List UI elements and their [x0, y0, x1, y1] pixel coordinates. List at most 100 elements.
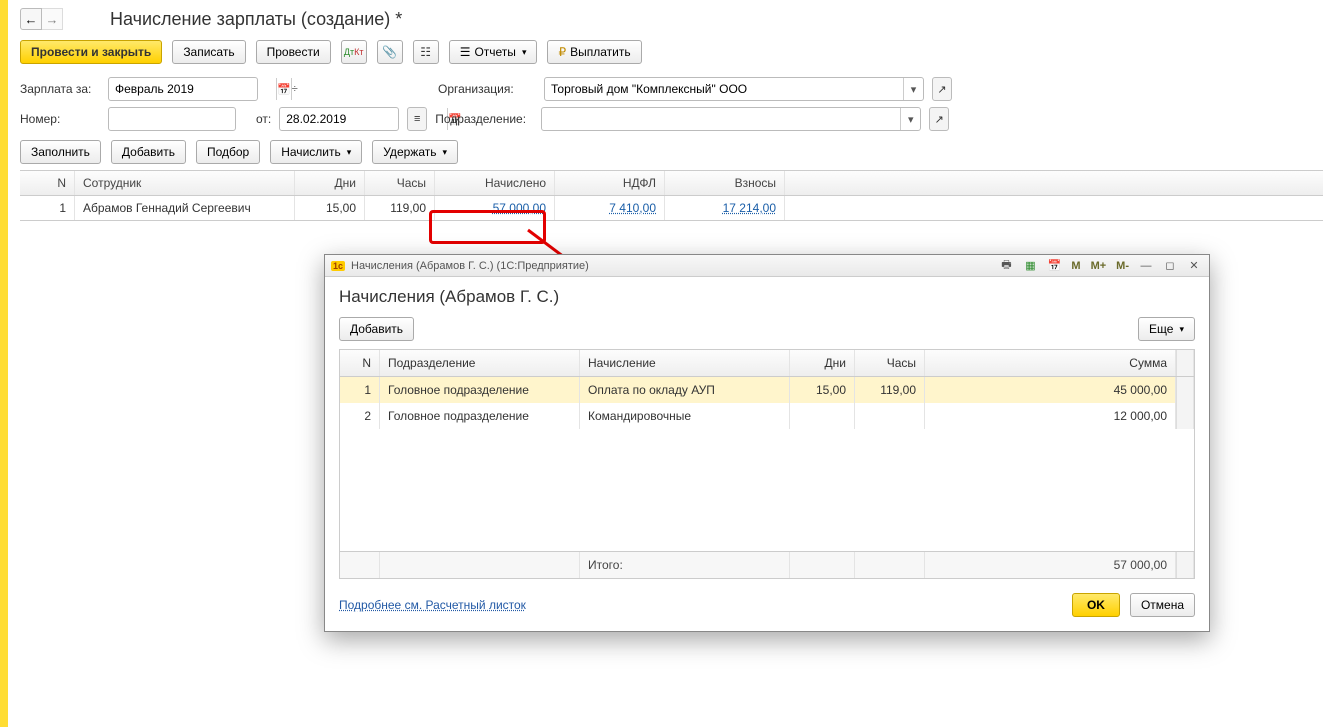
number-label: Номер:	[20, 112, 100, 126]
scrollbar[interactable]	[1176, 403, 1194, 429]
ruble-icon: ₽	[558, 45, 566, 59]
fill-button[interactable]: Заполнить	[20, 140, 101, 164]
memory-m-button[interactable]: M	[1069, 260, 1082, 272]
table-row[interactable]: 2 Головное подразделение Командировочные…	[340, 403, 1194, 429]
print-icon[interactable]: 🖶	[997, 258, 1015, 274]
calendar2-icon[interactable]: 📅	[1045, 258, 1063, 274]
organization-input[interactable]	[545, 78, 903, 100]
accrue-button[interactable]: Начислить ▾	[270, 140, 362, 164]
total-label: Итого:	[580, 552, 790, 578]
scrollbar[interactable]	[1176, 377, 1194, 403]
dialog-more-label: Еще	[1149, 322, 1173, 336]
cell-n: 2	[340, 403, 380, 429]
col-employee: Сотрудник	[75, 171, 295, 195]
accrue-label: Начислить	[281, 145, 340, 159]
more-info-link[interactable]: Подробнее см. Расчетный листок	[339, 598, 526, 612]
salary-for-label: Зарплата за:	[20, 82, 100, 96]
dtkt-icon[interactable]: ДтКт	[341, 40, 367, 64]
cancel-button[interactable]: Отмена	[1130, 593, 1195, 617]
cell-ndfl[interactable]: 7 410,00	[555, 196, 665, 220]
col-hours: Часы	[365, 171, 435, 195]
post-button[interactable]: Провести	[256, 40, 331, 64]
caret-down-icon: ▾	[442, 147, 447, 158]
memory-mplus-button[interactable]: M+	[1089, 260, 1109, 272]
col-accrual: Начисление	[580, 350, 790, 376]
accruals-table: N Подразделение Начисление Дни Часы Сумм…	[339, 349, 1195, 579]
list-icon[interactable]: ≡	[407, 107, 427, 131]
cell-days: 15,00	[295, 196, 365, 220]
cell-hours: 119,00	[365, 196, 435, 220]
cell-sum: 12 000,00	[925, 403, 1176, 429]
write-button[interactable]: Записать	[172, 40, 245, 64]
col-accrued: Начислено	[435, 171, 555, 195]
cell-hours: 119,00	[855, 377, 925, 403]
calendar-icon[interactable]: 📅	[276, 78, 291, 100]
cell-days	[790, 403, 855, 429]
cell-n: 1	[340, 377, 380, 403]
organization-label: Организация:	[438, 82, 536, 96]
withhold-label: Удержать	[383, 145, 436, 159]
cell-department: Головное подразделение	[380, 403, 580, 429]
memory-mminus-button[interactable]: M-	[1114, 260, 1131, 272]
dialog-titlebar[interactable]: 1c Начисления (Абрамов Г. С.) (1С:Предпр…	[325, 255, 1209, 277]
caret-down-icon: ▾	[522, 47, 527, 58]
dialog-add-button[interactable]: Добавить	[339, 317, 414, 341]
ok-button[interactable]: OK	[1072, 593, 1120, 617]
cell-n: 1	[20, 196, 75, 220]
structure-icon[interactable]: ☷	[413, 40, 439, 64]
col-sum: Сумма	[925, 350, 1176, 376]
pay-label: Выплатить	[570, 45, 631, 59]
col-n: N	[20, 171, 75, 195]
open-icon[interactable]: ↗	[929, 107, 949, 131]
col-contrib: Взносы	[665, 171, 785, 195]
scrollbar-gutter	[1176, 350, 1194, 376]
col-n: N	[340, 350, 380, 376]
col-hours: Часы	[855, 350, 925, 376]
nav-forward-button[interactable]: →	[41, 8, 63, 30]
dropdown-icon[interactable]: ▾	[900, 108, 920, 130]
caret-down-icon: ▾	[1179, 324, 1184, 335]
department-input[interactable]	[542, 108, 900, 130]
cell-accrued[interactable]: 57 000,00	[435, 196, 555, 220]
cell-days: 15,00	[790, 377, 855, 403]
dropdown-icon[interactable]: ÷	[291, 78, 298, 100]
open-icon[interactable]: ↗	[932, 77, 952, 101]
pay-button[interactable]: ₽ Выплатить	[547, 40, 641, 64]
minimize-icon[interactable]: —	[1137, 258, 1155, 274]
dialog-heading: Начисления (Абрамов Г. С.)	[339, 287, 1195, 307]
col-days: Дни	[790, 350, 855, 376]
cell-department: Головное подразделение	[380, 377, 580, 403]
cell-sum: 45 000,00	[925, 377, 1176, 403]
cell-employee: Абрамов Геннадий Сергеевич	[75, 196, 295, 220]
add-button[interactable]: Добавить	[111, 140, 186, 164]
col-days: Дни	[295, 171, 365, 195]
from-label: от:	[256, 112, 271, 126]
post-and-close-button[interactable]: Провести и закрыть	[20, 40, 162, 64]
close-icon[interactable]: ✕	[1185, 258, 1203, 274]
maximize-icon[interactable]: ◻	[1161, 258, 1179, 274]
number-input[interactable]	[109, 108, 276, 130]
withhold-button[interactable]: Удержать ▾	[372, 140, 458, 164]
reports-button[interactable]: ☰ Отчеты ▾	[449, 40, 538, 64]
calc-icon[interactable]: ▦	[1021, 258, 1039, 274]
col-ndfl: НДФЛ	[555, 171, 665, 195]
dialog-more-button[interactable]: Еще ▾	[1138, 317, 1195, 341]
table-row[interactable]: 1 Головное подразделение Оплата по оклад…	[340, 377, 1194, 403]
dropdown-icon[interactable]: ▾	[903, 78, 923, 100]
logo-1c-icon: 1c	[331, 261, 345, 271]
caret-down-icon: ▾	[347, 147, 352, 158]
col-department: Подразделение	[380, 350, 580, 376]
total-sum: 57 000,00	[925, 552, 1176, 578]
reports-label: Отчеты	[474, 45, 515, 59]
nav-back-button[interactable]: ←	[20, 8, 42, 30]
pick-button[interactable]: Подбор	[196, 140, 260, 164]
department-label: Подразделение:	[435, 112, 533, 126]
salary-for-input[interactable]	[109, 78, 276, 100]
reports-icon: ☰	[460, 45, 471, 59]
accruals-dialog: 1c Начисления (Абрамов Г. С.) (1С:Предпр…	[324, 254, 1210, 632]
attachment-icon[interactable]: 📎	[377, 40, 403, 64]
dialog-titlebar-text: Начисления (Абрамов Г. С.) (1С:Предприят…	[351, 260, 589, 272]
cell-accrual: Оплата по окладу АУП	[580, 377, 790, 403]
cell-contrib[interactable]: 17 214,00	[665, 196, 785, 220]
table-row[interactable]: 1 Абрамов Геннадий Сергеевич 15,00 119,0…	[20, 196, 1323, 220]
